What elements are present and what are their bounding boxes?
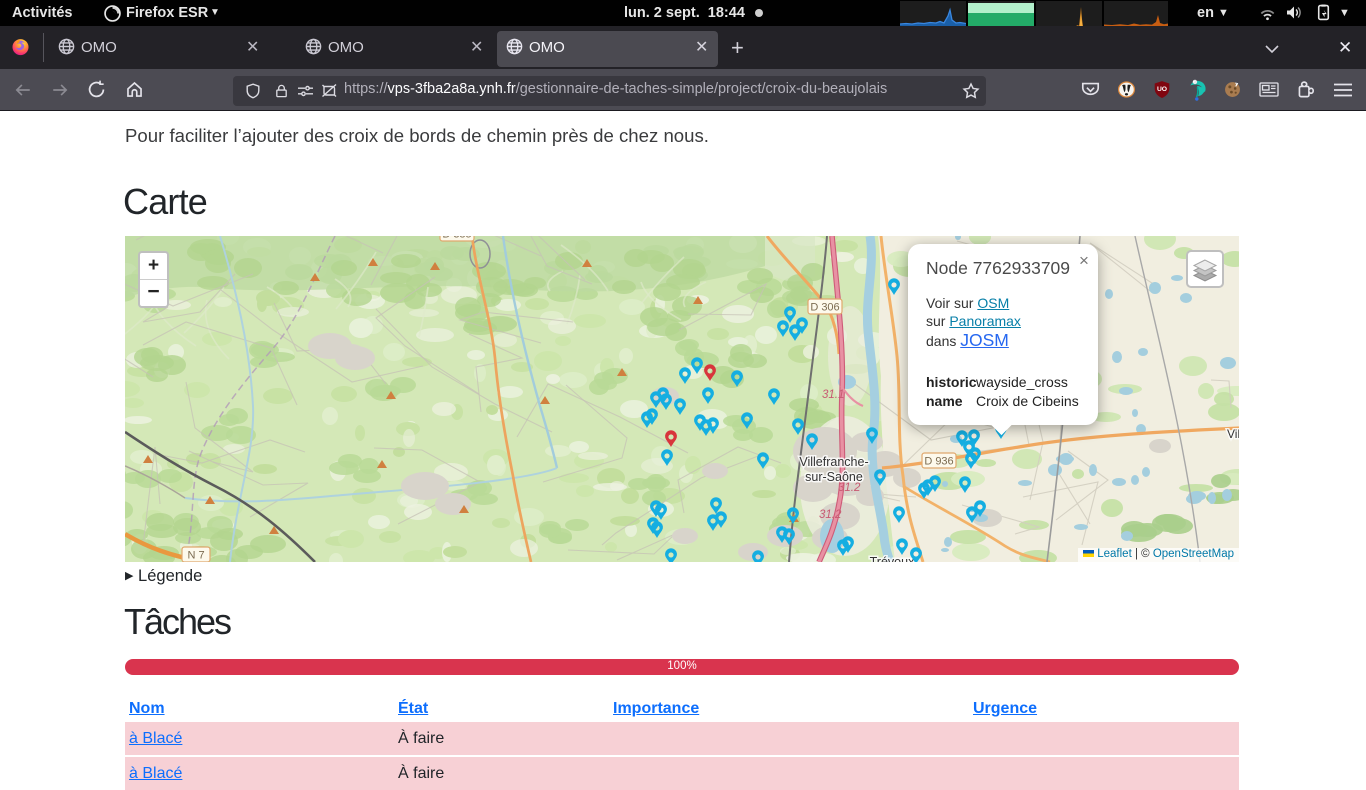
- svg-text:31.2: 31.2: [819, 509, 842, 521]
- svg-text:Villars: Villars: [1227, 427, 1239, 441]
- svg-text:Villefranche-: Villefranche-: [799, 455, 868, 469]
- svg-text:D 936: D 936: [924, 456, 953, 468]
- svg-text:Trévoux: Trévoux: [870, 555, 915, 562]
- svg-text:D 385: D 385: [442, 236, 471, 241]
- svg-text:D 306: D 306: [810, 302, 839, 314]
- svg-text:UO: UO: [1157, 86, 1167, 93]
- svg-text:31.1: 31.1: [822, 389, 844, 401]
- svg-text:N 7: N 7: [187, 550, 204, 562]
- svg-text:sur-Saône: sur-Saône: [805, 470, 863, 484]
